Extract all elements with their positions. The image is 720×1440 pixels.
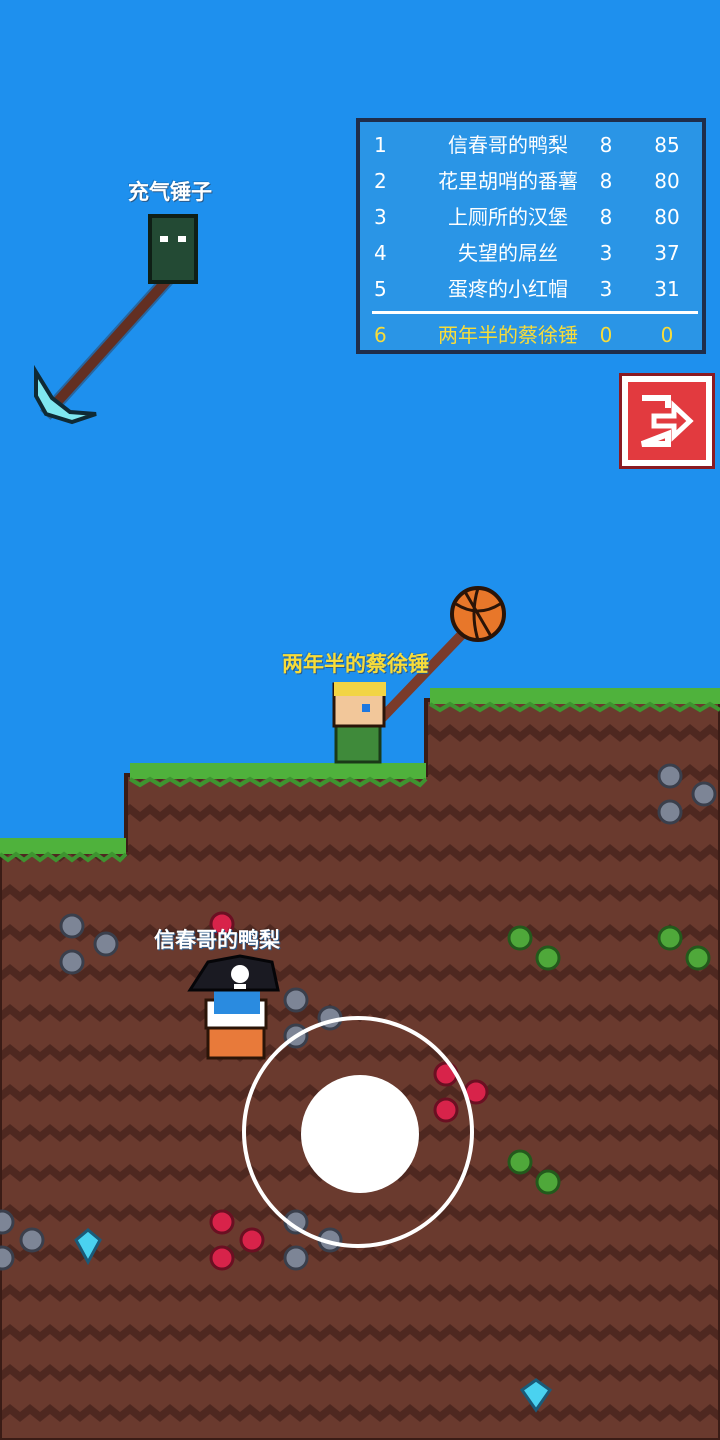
player-name: 失望的屌丝 bbox=[458, 241, 558, 265]
leaderboard-row: 2 花里胡哨的番薯 8 80 bbox=[360, 164, 702, 198]
rank: 2 bbox=[374, 169, 387, 193]
player-name: 花里胡哨的番薯 bbox=[438, 169, 578, 193]
leaderboard-self-row: 6 两年半的蔡徐锤 0 0 bbox=[360, 318, 702, 352]
level: 3 bbox=[599, 241, 613, 265]
grass-ledge-middle bbox=[130, 763, 426, 779]
leaderboard-row: 5 蛋疼的小红帽 3 31 bbox=[360, 272, 702, 306]
leaderboard-panel: 1 信春哥的鸭梨 8 85 2 花里胡哨的番薯 8 80 3 上厕所的汉堡 8 … bbox=[356, 118, 706, 354]
rank: 6 bbox=[374, 323, 387, 347]
rank: 1 bbox=[374, 133, 387, 157]
score: 85 bbox=[654, 133, 680, 157]
exit-button[interactable] bbox=[622, 376, 712, 466]
player-name: 蛋疼的小红帽 bbox=[448, 277, 568, 301]
floating-item-label: 充气锤子 bbox=[128, 180, 212, 204]
level: 8 bbox=[599, 205, 613, 229]
score: 0 bbox=[660, 323, 674, 347]
score: 80 bbox=[654, 169, 680, 193]
rank: 3 bbox=[374, 205, 387, 229]
self-player-name: 两年半的蔡徐锤 bbox=[282, 652, 429, 676]
player-name: 上厕所的汉堡 bbox=[448, 205, 568, 229]
rank: 4 bbox=[374, 241, 387, 265]
virtual-joystick-knob[interactable] bbox=[301, 1075, 419, 1193]
level: 0 bbox=[599, 323, 613, 347]
leaderboard-row: 1 信春哥的鸭梨 8 85 bbox=[360, 128, 702, 162]
leaderboard-row: 4 失望的屌丝 3 37 bbox=[360, 236, 702, 270]
exit-door-arrow-icon bbox=[640, 395, 694, 447]
rank: 5 bbox=[374, 277, 387, 301]
leaderboard-divider bbox=[372, 311, 698, 314]
opponent-player-name: 信春哥的鸭梨 bbox=[154, 928, 280, 952]
player-name: 信春哥的鸭梨 bbox=[448, 133, 568, 157]
score: 80 bbox=[654, 205, 680, 229]
grass-ledge-right bbox=[430, 688, 720, 704]
leaderboard-row: 3 上厕所的汉堡 8 80 bbox=[360, 200, 702, 234]
level: 3 bbox=[599, 277, 613, 301]
level: 8 bbox=[599, 169, 613, 193]
score: 37 bbox=[654, 241, 680, 265]
score: 31 bbox=[654, 277, 680, 301]
player-name: 两年半的蔡徐锤 bbox=[438, 323, 578, 347]
grass-ledge-left bbox=[0, 838, 126, 854]
level: 8 bbox=[599, 133, 613, 157]
